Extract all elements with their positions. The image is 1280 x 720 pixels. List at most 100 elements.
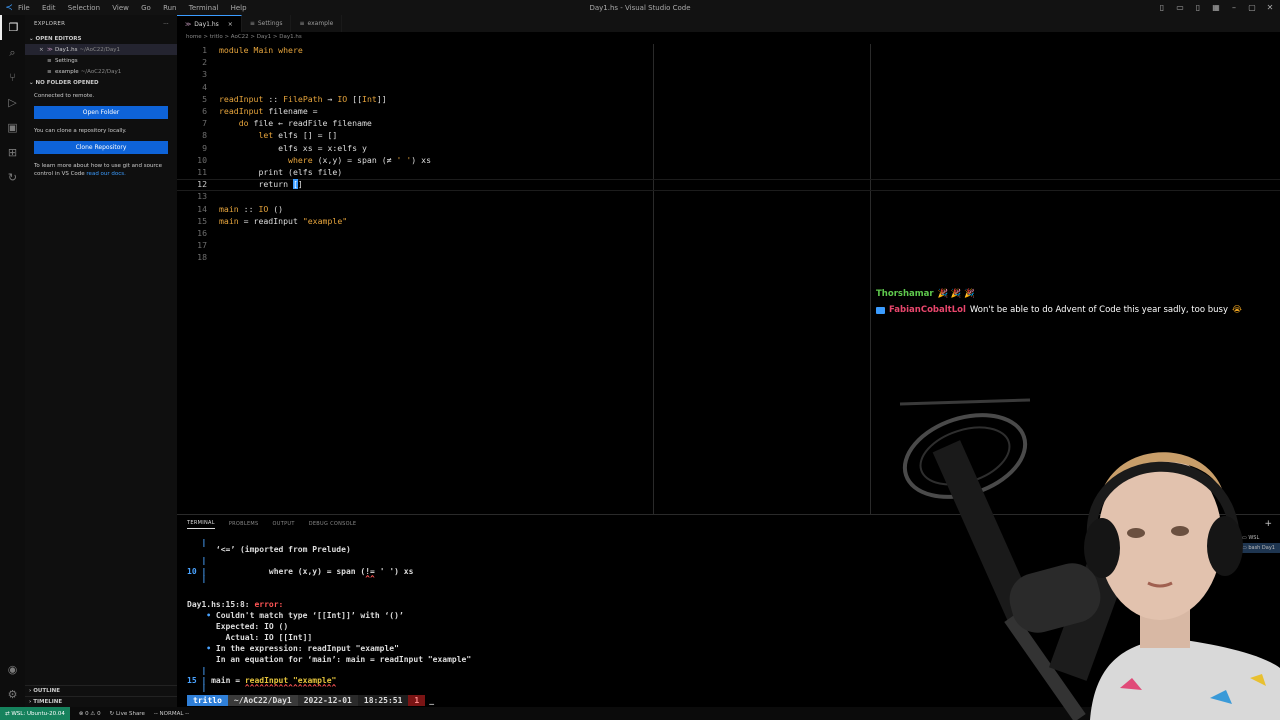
chat-text: Won't be able to do Advent of Code this …: [969, 305, 1228, 315]
clone-message: You can clone a repository locally.: [34, 128, 127, 134]
account-icon[interactable]: ◉: [0, 657, 25, 682]
chat-message: Thorshamar 🎉 🎉 🎉: [876, 286, 1276, 302]
terminal-line: | ^^^^^^^^^^^^^^^^^^^: [187, 683, 337, 692]
docs-link[interactable]: read our docs.: [86, 171, 126, 177]
timeline-section[interactable]: › TIMELINE: [25, 696, 177, 707]
menu-go[interactable]: Go: [141, 4, 151, 12]
close-window-icon[interactable]: ✕: [1264, 3, 1276, 12]
live-share-icon[interactable]: ↻: [0, 165, 25, 190]
terminal-line: Expected: IO (): [187, 622, 289, 631]
outline-section[interactable]: › OUTLINE: [25, 685, 177, 696]
chat-username: Thorshamar: [876, 289, 934, 299]
open-folder-button[interactable]: Open Folder: [34, 106, 168, 119]
gear-icon[interactable]: ⚙: [0, 682, 25, 707]
layout-right-icon[interactable]: ▯: [1192, 3, 1204, 12]
layout-custom-icon[interactable]: ▦: [1210, 3, 1222, 12]
prompt-exit-code: 1: [408, 695, 426, 706]
terminal-line: Day1.hs:15:8: error:: [187, 600, 284, 609]
open-editor-item[interactable]: ≡ example ~/AoC22/Day1: [25, 66, 177, 77]
prompt-user: tritlo: [187, 695, 228, 706]
code-line: 6 readInput filename =: [202, 106, 318, 116]
explorer-sidebar: EXPLORER ⋯ ⌄ OPEN EDITORS × ≫ Day1.hs ~/…: [25, 15, 177, 707]
menu-selection[interactable]: Selection: [68, 4, 100, 12]
haskell-file-icon: ≫: [185, 20, 192, 28]
explorer-icon[interactable]: ❐: [0, 15, 25, 40]
more-actions-icon[interactable]: ⋯: [163, 21, 169, 27]
prompt-time: 18:25:51: [357, 695, 409, 706]
menu-terminal[interactable]: Terminal: [189, 4, 219, 12]
open-editors-section[interactable]: ⌄ OPEN EDITORS: [25, 33, 177, 44]
chat-message: FabianCobaltLol Won't be able to do Adve…: [876, 302, 1276, 318]
chat-emote: 😭: [1231, 305, 1242, 315]
vscode-logo-icon: ≺: [5, 2, 13, 13]
explorer-header: EXPLORER ⋯: [34, 21, 169, 27]
tab-problems[interactable]: PROBLEMS: [229, 521, 259, 527]
editor-ruler: [870, 44, 871, 514]
source-control-icon[interactable]: ⑂: [0, 65, 25, 90]
stream-chat: Thorshamar 🎉 🎉 🎉 FabianCobaltLol Won't b…: [876, 286, 1276, 318]
text-file-icon: ≡: [299, 20, 305, 27]
menu-run[interactable]: Run: [163, 4, 176, 12]
text-file-icon: ≡: [47, 68, 52, 75]
code-line: 13: [197, 191, 207, 202]
code-line: 7 do file ← readFile filename: [202, 118, 372, 129]
webcam-overlay: [880, 398, 1280, 720]
menu-view[interactable]: View: [112, 4, 129, 12]
title-bar: ≺ File Edit Selection View Go Run Termin…: [0, 0, 1280, 15]
code-line: 17: [197, 240, 207, 251]
terminal-line: Actual: IO [[Int]]: [187, 633, 313, 642]
chat-emotes: 🎉 🎉 🎉: [937, 289, 975, 299]
layout-sidebar-icon[interactable]: ▯: [1156, 3, 1168, 12]
terminal-line: In an equation for ‘main’: main = readIn…: [187, 655, 472, 664]
no-folder-section[interactable]: ⌄ NO FOLDER OPENED: [25, 77, 177, 88]
code-line: 3: [202, 69, 207, 80]
run-debug-icon[interactable]: ▷: [0, 90, 25, 115]
tab-debug-console[interactable]: DEBUG CONSOLE: [309, 521, 357, 527]
maximize-icon[interactable]: ▢: [1246, 3, 1258, 12]
menu-help[interactable]: Help: [231, 4, 247, 12]
tab-day1[interactable]: ≫ Day1.hs ×: [177, 15, 242, 32]
code-line: 18: [197, 252, 207, 263]
problems-count[interactable]: ⊗ 0 ⚠ 0: [79, 711, 101, 717]
code-line: 14 main :: IO (): [197, 203, 284, 214]
code-line: 2: [202, 57, 207, 68]
extensions-icon[interactable]: ⊞: [0, 140, 25, 165]
tab-settings[interactable]: ≡ Settings: [242, 15, 292, 32]
prompt-dir: ~/AoC22/Day1: [227, 695, 298, 706]
code-line: 4: [202, 81, 207, 92]
open-editor-item[interactable]: × ≫ Day1.hs ~/AoC22/Day1: [25, 44, 177, 55]
layout-panel-icon[interactable]: ▭: [1174, 3, 1186, 12]
search-icon[interactable]: ⌕: [0, 40, 25, 65]
settings-file-icon: ≡: [47, 57, 52, 64]
clone-repository-button[interactable]: Clone Repository: [34, 141, 168, 154]
terminal-line: | ^^: [187, 574, 375, 583]
menu-file[interactable]: File: [18, 4, 30, 12]
live-share-status[interactable]: ↻ Live Share: [110, 711, 145, 717]
code-line: 12 return []: [197, 179, 303, 190]
remote-explorer-icon[interactable]: ▣: [0, 115, 25, 140]
terminal-line: |: [187, 556, 207, 565]
menu-edit[interactable]: Edit: [42, 4, 56, 12]
terminal-line: • Couldn't match type ‘[[Int]]’ with ‘()…: [206, 611, 404, 620]
open-editor-item[interactable]: ≡ Settings: [25, 55, 177, 66]
terminal-cursor: _: [429, 696, 435, 705]
close-icon[interactable]: ×: [39, 47, 47, 53]
activity-bar: ❐ ⌕ ⑂ ▷ ▣ ⊞ ↻ ◉ ⚙: [0, 15, 25, 707]
settings-file-icon: ≡: [249, 20, 255, 27]
webcam-video: [899, 398, 1280, 720]
terminal-line: ‘<=’ (imported from Prelude): [187, 545, 351, 554]
tab-output[interactable]: OUTPUT: [273, 521, 295, 527]
code-line: 5 readInput :: FilePath → IO [[Int]]: [202, 93, 387, 104]
code-line: 9 elfs xs = x:elfs y: [202, 142, 367, 153]
haskell-file-icon: ≫: [47, 46, 53, 53]
close-icon[interactable]: ×: [228, 21, 233, 28]
prompt-date: 2022-12-01: [297, 695, 358, 706]
connected-message: Connected to remote.: [34, 93, 95, 99]
editor-tabs: ≫ Day1.hs × ≡ Settings ≡ example: [177, 15, 1280, 32]
tab-example[interactable]: ≡ example: [291, 15, 343, 32]
code-line: 15 main = readInput "example": [197, 215, 348, 226]
breadcrumb[interactable]: home > tritlo > AoC22 > Day1 > Day1.hs: [186, 34, 302, 40]
tab-terminal[interactable]: TERMINAL: [187, 520, 215, 529]
minimize-icon[interactable]: –: [1228, 3, 1240, 12]
remote-indicator[interactable]: ⇄ WSL: Ubuntu-20.04: [0, 707, 70, 720]
